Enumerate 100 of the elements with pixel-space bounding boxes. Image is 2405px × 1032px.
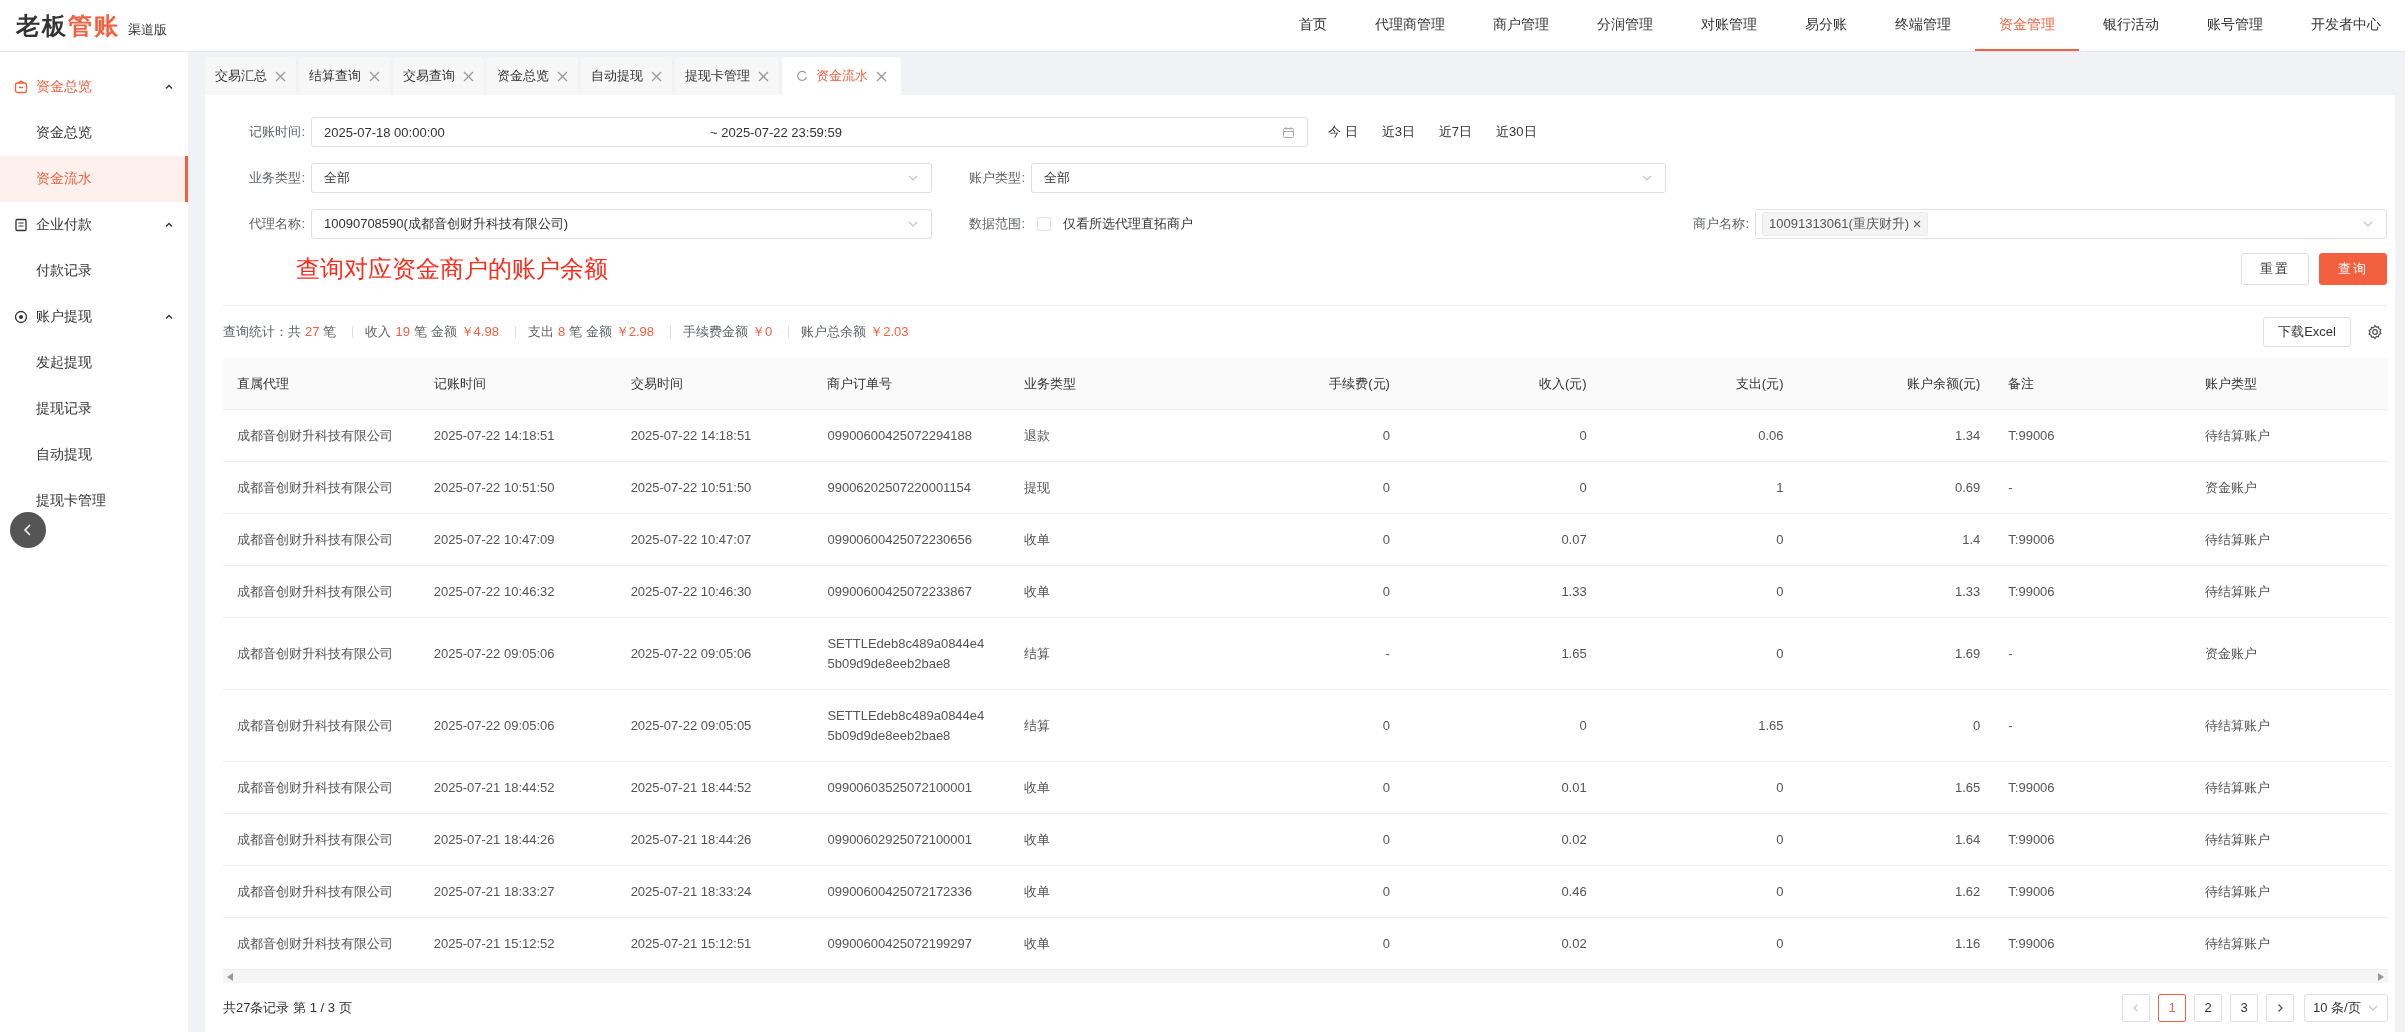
table-cell: 2025-07-21 18:44:26: [419, 813, 617, 866]
table-cell: 2025-07-22 09:05:06: [419, 689, 617, 762]
table-cell: 0: [1600, 513, 1798, 566]
nav-item[interactable]: 代理商管理: [1351, 0, 1469, 51]
table-cell: 2025-07-22 10:46:32: [419, 565, 617, 618]
nav-item[interactable]: 账号管理: [2183, 0, 2287, 51]
nav-item[interactable]: 易分账: [1781, 0, 1871, 51]
business-type-select[interactable]: 全部: [311, 163, 932, 193]
table-cell: 1: [1600, 461, 1798, 514]
collapse-button[interactable]: [10, 512, 46, 548]
agent-select[interactable]: 10090708590(成都音创财升科技有限公司): [311, 209, 932, 239]
table-cell: 0: [1207, 409, 1404, 462]
sidebar-item[interactable]: 提现记录: [0, 386, 188, 432]
table-cell: 0: [1207, 813, 1404, 866]
table-cell: 0: [1207, 689, 1404, 762]
table-cell: 2025-07-21 18:33:27: [419, 865, 617, 918]
sidebar-group[interactable]: 企业付款: [0, 202, 188, 248]
table-cell: 0.02: [1403, 917, 1601, 970]
checkbox-label: 仅看所选代理直拓商户: [1063, 215, 1193, 233]
nav-item[interactable]: 开发者中心: [2287, 0, 2405, 51]
table-cell: 待结算账户: [2191, 813, 2388, 866]
quick-range-link[interactable]: 近30日: [1484, 123, 1549, 141]
page-size-select[interactable]: 10 条/页: [2304, 993, 2388, 1022]
table-cell: 0: [1207, 565, 1404, 618]
table-cell: 成都音创财升科技有限公司: [223, 513, 420, 566]
date-range-field[interactable]: 2025-07-18 00:00:00 ~ 2025-07-22 23:59:59: [311, 117, 1308, 147]
table-cell: 结算: [1010, 617, 1208, 690]
column-header: 业务类型: [1010, 358, 1208, 410]
table-cell: 0: [1207, 461, 1404, 514]
tab[interactable]: 提现卡管理: [675, 57, 779, 95]
close-icon[interactable]: [275, 70, 286, 82]
horizontal-scrollbar[interactable]: [223, 970, 2388, 983]
nav-item[interactable]: 首页: [1275, 0, 1351, 51]
close-icon[interactable]: [463, 70, 474, 82]
table-cell: 待结算账户: [2191, 689, 2388, 762]
merchant-select[interactable]: 10091313061(重庆财升): [1755, 209, 2387, 239]
table-cell: 0: [1403, 689, 1601, 762]
column-header: 商户订单号: [813, 358, 1011, 410]
sidebar-item[interactable]: 提现卡管理: [0, 478, 188, 524]
close-icon[interactable]: [876, 70, 887, 82]
checkbox[interactable]: [1037, 217, 1051, 231]
nav-item[interactable]: 银行活动: [2079, 0, 2183, 51]
account-type-select[interactable]: 全部: [1031, 163, 1666, 193]
table-cell: 资金账户: [2191, 617, 2388, 690]
table-cell: 2025-07-21 18:44:52: [419, 761, 617, 814]
table-cell: 成都音创财升科技有限公司: [223, 409, 420, 462]
tab[interactable]: 交易查询: [393, 57, 484, 95]
page-button[interactable]: 2: [2194, 993, 2222, 1022]
table-cell: 2025-07-21 18:33:24: [616, 865, 814, 918]
nav-item[interactable]: 分润管理: [1573, 0, 1677, 51]
caret-right-icon[interactable]: [2378, 972, 2384, 981]
table-cell: 成都音创财升科技有限公司: [223, 865, 420, 918]
table-cell: 成都音创财升科技有限公司: [223, 617, 420, 690]
previous-page-button[interactable]: [2122, 993, 2150, 1022]
table-cell: 0: [1600, 865, 1798, 918]
nav-item[interactable]: 商户管理: [1469, 0, 1573, 51]
table-cell: 待结算账户: [2191, 409, 2388, 462]
table-cell: 待结算账户: [2191, 865, 2388, 918]
close-icon[interactable]: [651, 70, 662, 82]
page-button[interactable]: 3: [2230, 993, 2258, 1022]
quick-range-link[interactable]: 今 日: [1316, 123, 1370, 141]
table-cell: 待结算账户: [2191, 761, 2388, 814]
nav-item[interactable]: 终端管理: [1871, 0, 1975, 51]
stats-text: 账户总余额 ￥2.03: [801, 323, 910, 341]
column-header: 账户余额(元): [1797, 358, 1995, 410]
close-icon[interactable]: [758, 70, 769, 82]
quick-range-link[interactable]: 近3日: [1369, 123, 1427, 141]
sidebar-item[interactable]: 发起提现: [0, 340, 188, 386]
stats-text: 支出 8 笔 金额 ￥2.98: [527, 323, 656, 341]
refresh-icon[interactable]: [796, 70, 808, 82]
close-icon[interactable]: [557, 70, 568, 82]
tab[interactable]: 结算查询: [299, 57, 390, 95]
table-cell: 1.65: [1600, 689, 1798, 762]
table-cell: 0.69: [1797, 461, 1995, 514]
close-icon[interactable]: [1913, 220, 1922, 228]
table-cell: 09900602925072100001: [813, 813, 1011, 866]
table-cell: -: [1994, 689, 2192, 762]
table-cell: 0: [1403, 409, 1601, 462]
sidebar-item[interactable]: 资金总览: [0, 110, 188, 156]
sidebar-item[interactable]: 自动提现: [0, 432, 188, 478]
column-header: 交易时间: [616, 358, 814, 410]
next-page-button[interactable]: [2266, 993, 2294, 1022]
logo: 老板管账: [16, 10, 120, 41]
field-label: 业务类型:: [248, 169, 306, 187]
quick-range-link[interactable]: 近7日: [1426, 123, 1485, 141]
table-cell: 1.4: [1797, 513, 1995, 566]
tab[interactable]: 自动提现: [581, 57, 672, 95]
nav-item[interactable]: 对账管理: [1677, 0, 1781, 51]
reset-button[interactable]: 重置: [2241, 253, 2309, 285]
table-cell: 1.34: [1797, 409, 1995, 462]
table-cell: 2025-07-22 09:05:06: [419, 617, 617, 690]
sidebar-item[interactable]: 付款记录: [0, 248, 188, 294]
tab[interactable]: 资金总览: [487, 57, 578, 95]
tab[interactable]: 交易汇总: [205, 57, 296, 95]
sidebar-group[interactable]: 账户提现: [0, 294, 188, 340]
caret-left-icon[interactable]: [227, 972, 233, 981]
settings-icon[interactable]: [2367, 324, 2383, 340]
table-cell: T:99006: [1994, 761, 2192, 814]
download-excel-button[interactable]: 下载Excel: [2263, 317, 2351, 347]
close-icon[interactable]: [369, 70, 380, 82]
